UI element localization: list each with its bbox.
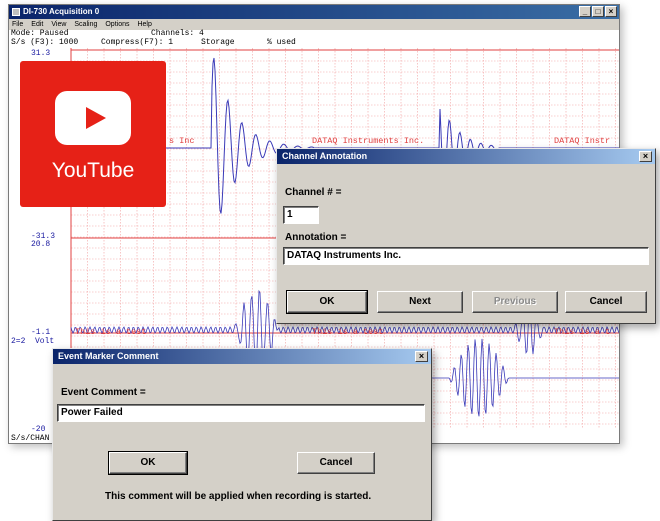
screenshot-stage: DI-730 Acquisition 0 _ □ × File Edit Vie… [0,0,660,521]
play-icon[interactable] [55,91,131,145]
dialog-title-bar[interactable]: Event Marker Comment × [53,349,431,364]
annotation-label-text: Annotation = [285,232,347,243]
annotation-label: DATAQ Instr [554,136,611,146]
annotation-label: s Inc [169,136,195,146]
maximize-icon[interactable]: □ [592,6,604,17]
channel-number-field[interactable]: 1 [283,206,319,224]
cancel-button[interactable]: Cancel [297,452,375,474]
channel-number-label: Channel # = [285,187,342,198]
event-comment-label: Event Comment = [61,387,146,398]
annotation-label: This is a test [312,327,384,337]
window-title-bar[interactable]: DI-730 Acquisition 0 _ □ × [9,5,619,19]
ch1-top-scale: 31.3 [31,49,51,58]
ch3-bottom-scale: -20 [31,425,46,434]
ok-button[interactable]: OK [108,451,188,475]
window-controls: _ □ × [579,6,617,17]
storage-status: Storage [201,37,235,47]
ch2-top-scale: 20.8 [31,240,51,249]
ch2-bottom-scale: -1.1 [31,328,51,337]
dialog-title: Event Marker Comment [58,351,159,361]
event-comment-field[interactable]: Power Failed [57,404,425,422]
youtube-badge[interactable]: YouTube [20,61,166,207]
percent-used-status: % used [267,37,296,47]
channel-annotation-dialog: Channel Annotation × Channel # = 1 Annot… [276,148,656,324]
previous-button[interactable]: Previous [472,291,558,313]
annotation-field[interactable]: DATAQ Instruments Inc. [283,247,649,265]
minimize-icon[interactable]: _ [579,6,591,17]
compress-status: Compress(F7): 1 [101,37,174,47]
menu-help[interactable]: Help [137,19,151,30]
close-icon[interactable]: × [415,351,428,362]
next-button[interactable]: Next [377,291,463,313]
play-triangle-icon [86,107,106,129]
ch2-unit-label: 2=2 Volt [11,337,55,346]
acquisition-status: Mode: Paused Channels: 4 S/s (F3): 1000 … [9,29,619,48]
close-icon[interactable]: × [605,6,617,17]
window-title: DI-730 Acquisition 0 [23,7,100,16]
annotation-label: DATAQ Instruments Inc. [312,136,425,146]
close-icon[interactable]: × [639,151,652,162]
ok-button[interactable]: OK [286,290,368,314]
annotation-label: This is a t [554,327,611,337]
samples-per-channel-label: S/s/CHAN [11,434,50,443]
dialog-title-bar[interactable]: Channel Annotation × [277,149,655,164]
dialog-title: Channel Annotation [282,151,368,161]
sample-rate-status: S/s (F3): 1000 [11,37,79,47]
recording-note: This comment will be applied when record… [105,491,372,502]
menu-options[interactable]: Options [105,19,129,30]
event-marker-dialog: Event Marker Comment × Event Comment = P… [52,348,432,521]
app-icon [12,8,20,16]
annotation-label: This is a test [75,327,147,337]
cancel-button[interactable]: Cancel [565,291,647,313]
menu-scaling[interactable]: Scaling [74,19,97,30]
menu-bar: File Edit View Scaling Options Help [9,19,619,30]
youtube-wordmark: YouTube [51,159,135,182]
